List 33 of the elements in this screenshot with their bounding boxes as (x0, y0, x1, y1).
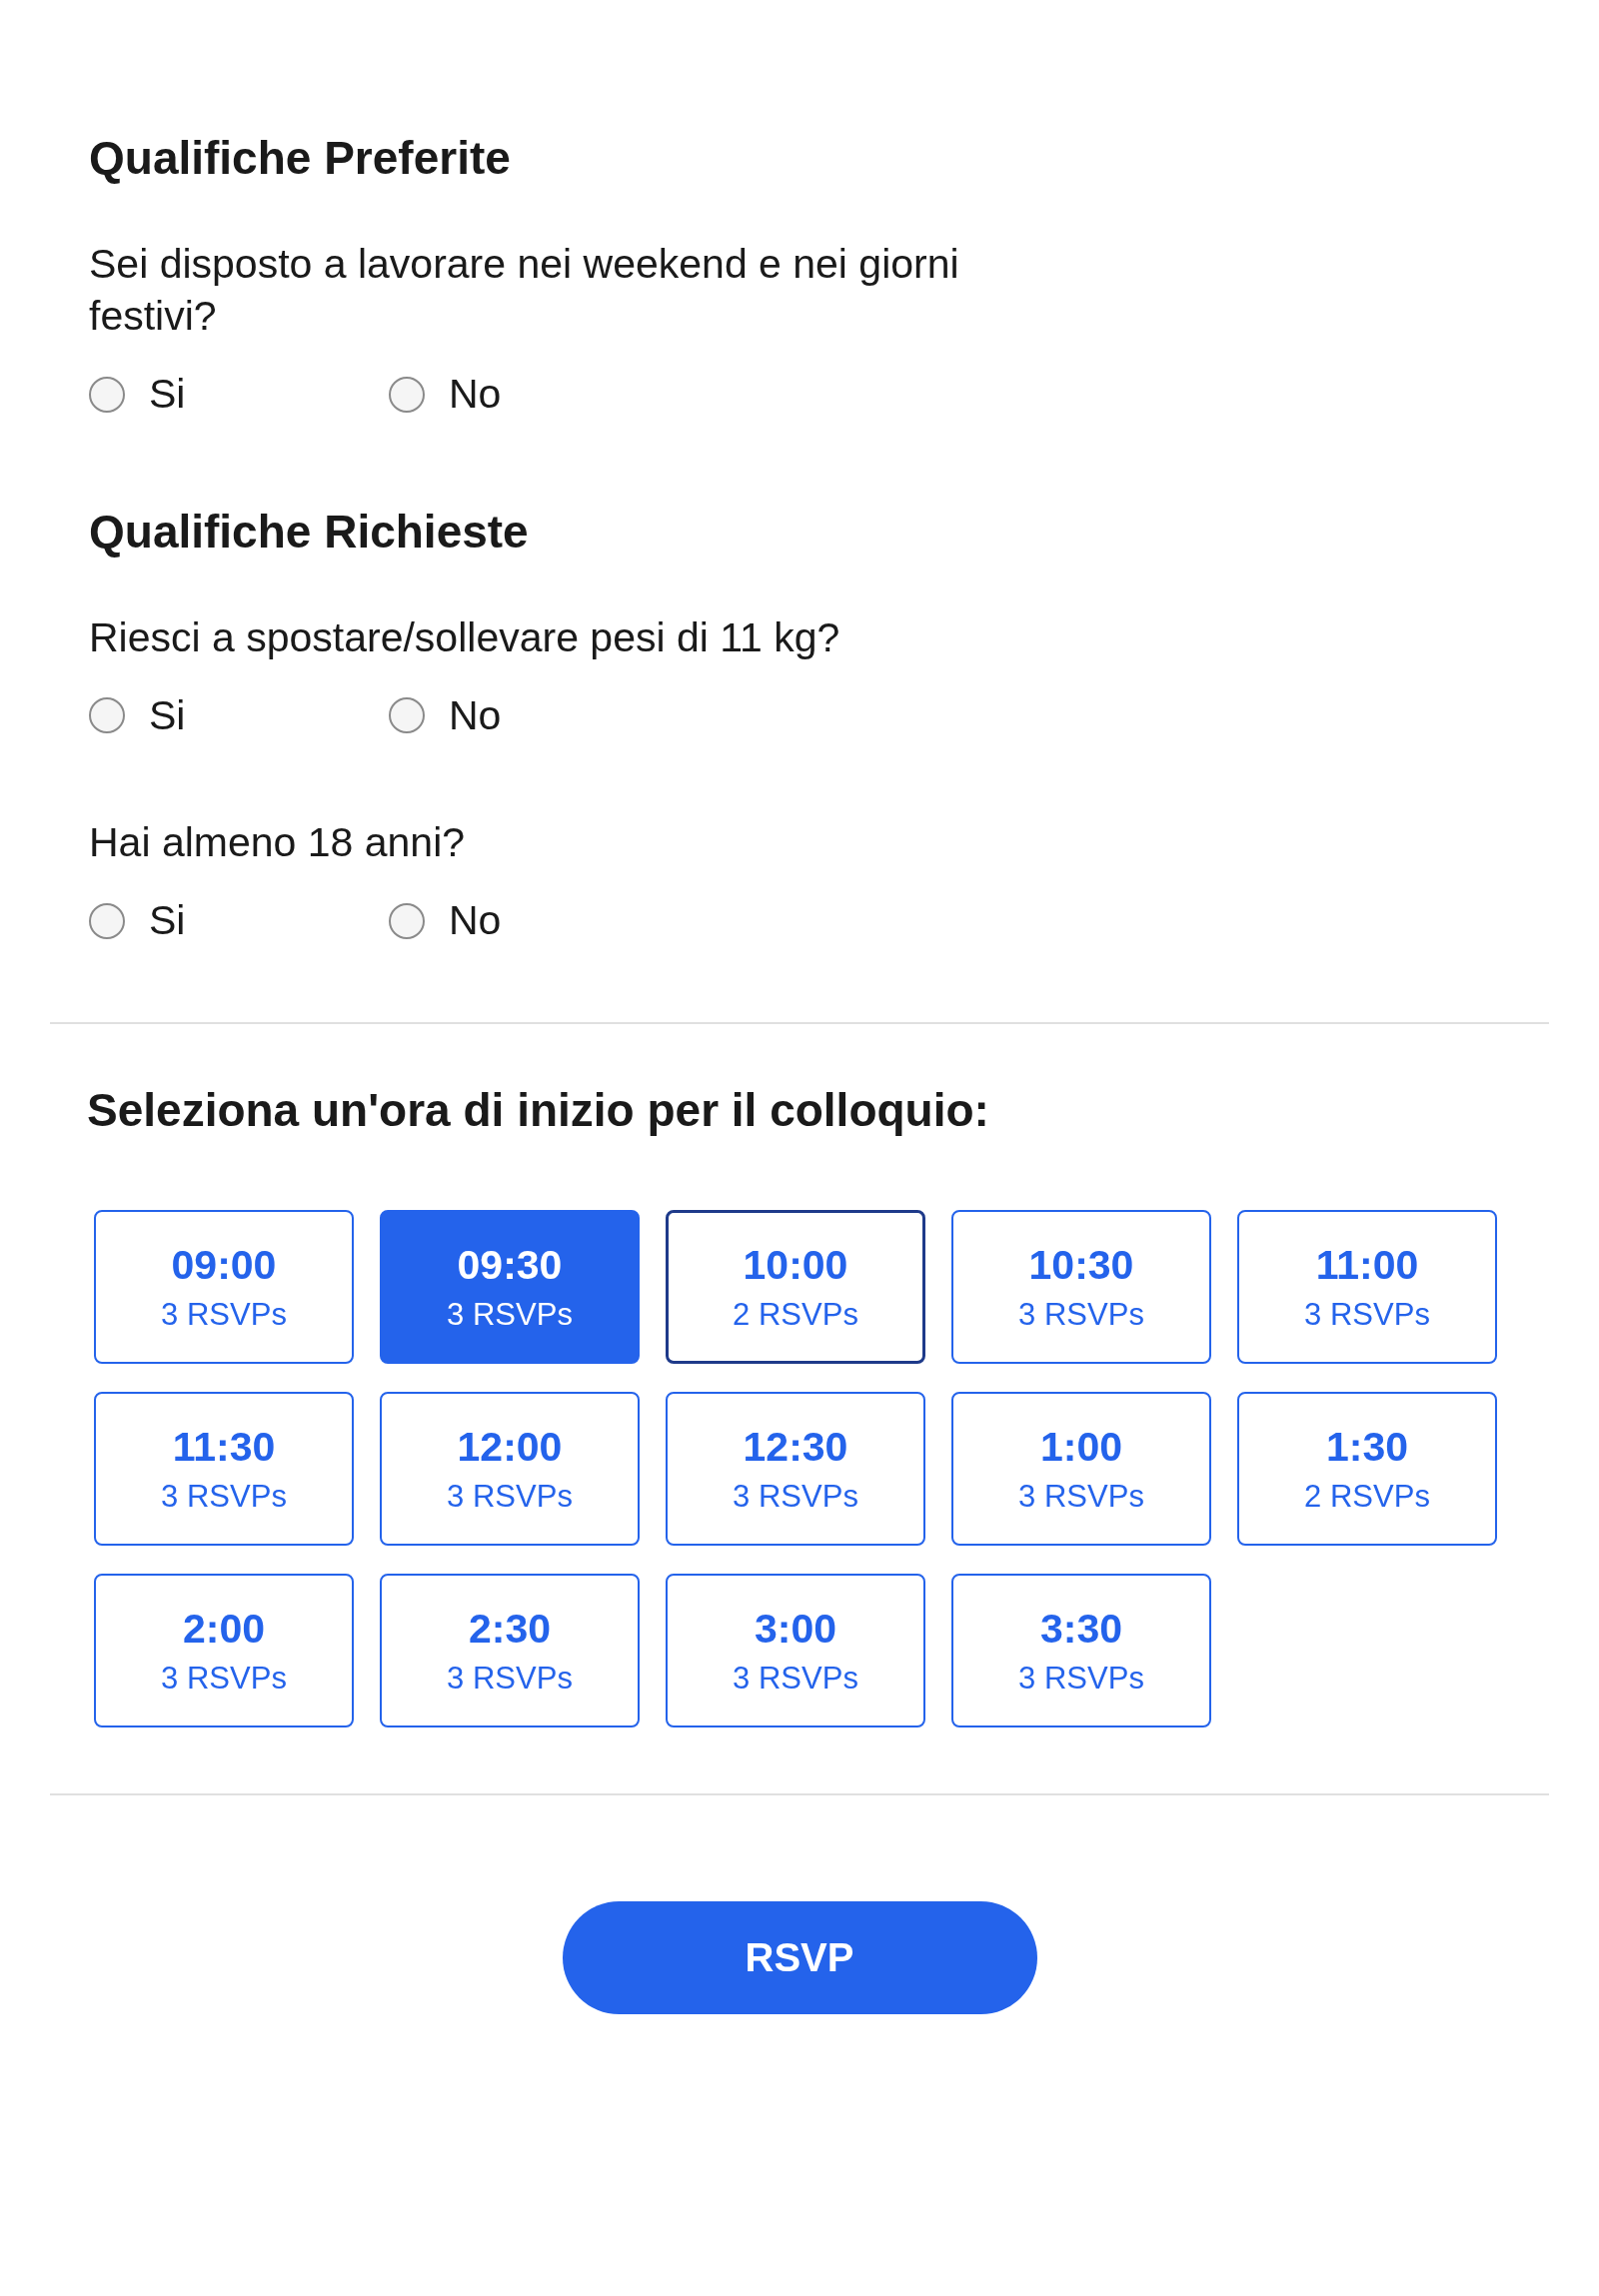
time-slot-button[interactable]: 09:00 3 RSVPs (94, 1209, 354, 1364)
radio-button[interactable] (89, 376, 125, 413)
radio-button[interactable] (89, 902, 125, 939)
time-slot-button[interactable]: 09:30 3 RSVPs (380, 1209, 640, 1364)
radio-button[interactable] (389, 376, 425, 413)
radio-button[interactable] (389, 697, 425, 734)
section-heading: Qualifiche Richieste (89, 504, 529, 560)
time-slot-button[interactable]: 3:00 3 RSVPs (666, 1573, 925, 1727)
question-text: Hai almeno 18 anni? (89, 818, 467, 867)
section-heading: Qualifiche Preferite (89, 131, 511, 186)
time-slot-button[interactable]: 12:00 3 RSVPs (380, 1391, 640, 1546)
radio-option[interactable]: Si (89, 890, 389, 952)
radio-option[interactable]: Si (89, 364, 389, 426)
radio-option[interactable]: No (389, 364, 689, 426)
radio-option[interactable]: No (389, 684, 689, 746)
question-text: Sei disposto a lavorare nei weekend e nei giorni festivi? (89, 240, 960, 341)
rsvp-button[interactable]: RSVP (562, 1900, 1037, 2014)
time-slot-button[interactable]: 12:30 3 RSVPs (666, 1391, 925, 1546)
time-slot-button[interactable]: 2:00 3 RSVPs (94, 1573, 354, 1727)
radio-button[interactable] (389, 902, 425, 939)
radio-button[interactable] (89, 697, 125, 734)
time-slot-button[interactable]: 10:00 2 RSVPs (666, 1209, 925, 1364)
time-slot-button[interactable]: 1:30 2 RSVPs (1237, 1391, 1497, 1546)
question-text: Riesci a spostare/sollevare pesi di 11 kg? (89, 612, 841, 662)
time-slot-button[interactable]: 11:00 3 RSVPs (1237, 1209, 1497, 1364)
radio-option[interactable]: No (389, 890, 689, 952)
time-slot-button[interactable]: 10:30 3 RSVPs (951, 1209, 1211, 1364)
time-slot-button[interactable]: 2:30 3 RSVPs (380, 1573, 640, 1727)
time-slot-button[interactable]: 1:00 3 RSVPs (951, 1391, 1211, 1546)
radio-option[interactable]: Si (89, 684, 389, 746)
section-heading: Seleziona un'ora di inizio per il colloquio: (87, 1082, 989, 1138)
time-slot-button[interactable]: 11:30 3 RSVPs (94, 1391, 354, 1546)
time-slot-button[interactable]: 3:30 3 RSVPs (951, 1573, 1211, 1727)
